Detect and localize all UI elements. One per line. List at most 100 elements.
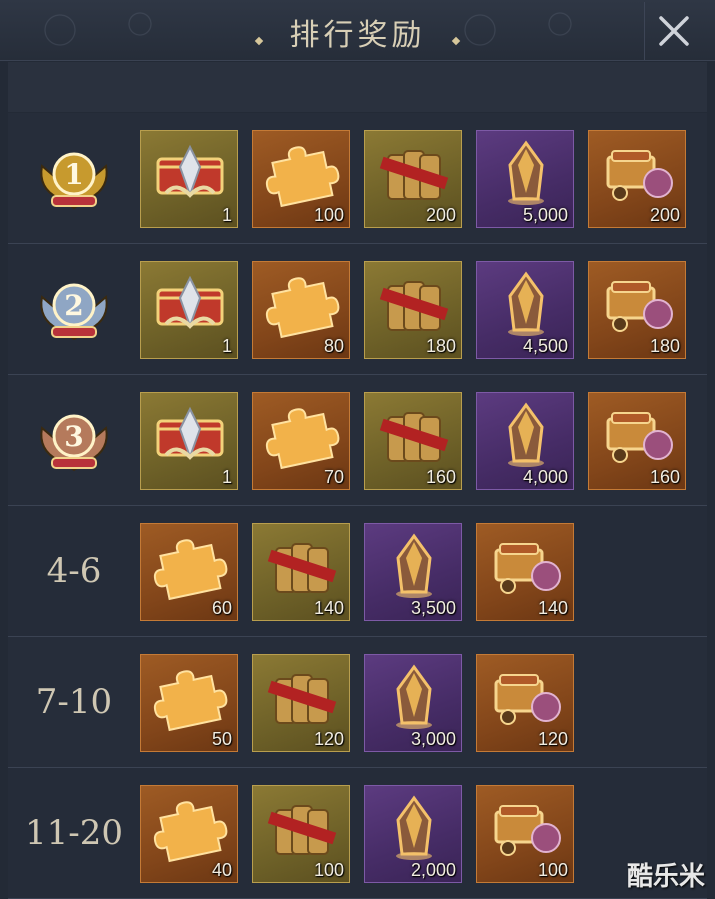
treasure-cart-icon [494,543,561,594]
reward-quantity: 180 [425,336,456,356]
close-button[interactable] [644,2,703,60]
reward-quantity: 1 [221,336,232,356]
reward-item[interactable]: 4,500 [476,261,574,359]
reward-item[interactable]: 70 [252,392,350,490]
reward-chest-icon [156,406,224,460]
rank-badge-number: 3 [64,420,83,453]
scroll-bundle-icon [267,674,337,724]
panel-header: 排行奖励 [0,0,715,61]
treasure-cart-icon [494,805,561,856]
scroll-bundle-icon [267,543,337,593]
title-dot-right [451,36,460,45]
rank-cell: 3 [8,375,140,505]
treasure-cart-icon [606,281,673,332]
reward-quantity: 120 [537,729,568,749]
reward-quantity: 50 [211,729,232,749]
reward-item[interactable]: 60 [140,523,238,621]
reward-item[interactable]: 4,000 [476,392,574,490]
reward-item[interactable]: 50 [140,654,238,752]
reward-rows: 1 1 100 200 5,000 200 2 1 80 180 4,500 180 3 1 70… [8,113,707,899]
reward-quantity: 180 [649,336,680,356]
rank-badge-icon: 1 [40,152,108,210]
reward-quantity: 1 [221,205,232,225]
reward-quantity: 160 [425,467,456,487]
rank-label: 11-20 [24,813,123,853]
reward-items: 50 120 3,000 120 [140,654,588,752]
reward-item[interactable]: 160 [588,392,686,490]
treasure-cart-icon [606,412,673,463]
treasure-cart-icon [606,150,673,201]
rank-badge-icon: 2 [40,283,108,341]
puzzle-piece-icon [153,539,228,601]
reward-item[interactable]: 160 [364,392,462,490]
purple-crystal-icon [508,402,544,467]
reward-quantity: 3,500 [410,598,456,618]
reward-quantity: 1 [221,467,232,487]
reward-quantity: 140 [313,598,344,618]
reward-item[interactable]: 80 [252,261,350,359]
rank-cell: 4-6 [8,506,140,636]
reward-item[interactable]: 1 [140,392,238,490]
reward-quantity: 140 [537,598,568,618]
reward-items: 60 140 3,500 140 [140,523,588,621]
reward-item[interactable]: 200 [588,130,686,228]
watermark: 酷乐米 [626,862,705,892]
reward-row: 4-6 60 140 3,500 140 [8,506,707,637]
scroll-bundle-icon [379,150,449,200]
reward-chest-icon [156,275,224,329]
rank-cell: 1 [8,113,140,243]
puzzle-piece-icon [153,670,228,732]
rank-badge-number: 2 [64,289,83,322]
reward-quantity: 4,500 [522,336,568,356]
purple-crystal-icon [396,533,432,598]
puzzle-piece-icon [265,408,340,470]
reward-items: 1 100 200 5,000 200 [140,130,700,228]
reward-item[interactable]: 100 [252,130,350,228]
reward-quantity: 120 [313,729,344,749]
purple-crystal-icon [508,271,544,336]
puzzle-piece-icon [265,277,340,339]
reward-item[interactable]: 40 [140,785,238,883]
reward-item[interactable]: 1 [140,261,238,359]
reward-items: 40 100 2,000 100 [140,785,588,883]
reward-quantity: 4,000 [522,467,568,487]
reward-item[interactable]: 180 [588,261,686,359]
reward-item[interactable]: 200 [364,130,462,228]
puzzle-piece-icon [153,801,228,863]
reward-item[interactable]: 3,500 [364,523,462,621]
reward-item[interactable]: 1 [140,130,238,228]
reward-row: 11-20 40 100 2,000 100 [8,768,707,899]
reward-item[interactable]: 140 [476,523,574,621]
reward-item[interactable]: 100 [252,785,350,883]
reward-quantity: 100 [313,860,344,880]
reward-quantity: 100 [313,205,344,225]
rank-cell: 2 [8,244,140,374]
scroll-bundle-icon [267,805,337,855]
close-icon [659,16,689,46]
reward-row: 2 1 80 180 4,500 180 [8,244,707,375]
reward-item[interactable]: 180 [364,261,462,359]
column-header-bar [8,62,707,112]
rank-label: 4-6 [46,551,102,591]
reward-item[interactable]: 5,000 [476,130,574,228]
reward-item[interactable]: 3,000 [364,654,462,752]
reward-item[interactable]: 120 [252,654,350,752]
reward-item[interactable]: 120 [476,654,574,752]
reward-quantity: 80 [323,336,344,356]
reward-item[interactable]: 100 [476,785,574,883]
reward-row: 1 1 100 200 5,000 200 [8,113,707,244]
reward-quantity: 160 [649,467,680,487]
reward-row: 7-10 50 120 3,000 120 [8,637,707,768]
reward-quantity: 40 [211,860,232,880]
rank-badge-number: 1 [64,158,83,191]
reward-item[interactable]: 140 [252,523,350,621]
reward-quantity: 200 [649,205,680,225]
reward-item[interactable]: 2,000 [364,785,462,883]
reward-items: 1 70 160 4,000 160 [140,392,700,490]
scroll-bundle-icon [379,412,449,462]
reward-quantity: 200 [425,205,456,225]
reward-row: 3 1 70 160 4,000 160 [8,375,707,506]
ranking-rewards-panel: 排行奖励 1 1 100 200 5,000 200 2 1 80 180 4,500 180 … [0,0,715,899]
scroll-bundle-icon [379,281,449,331]
puzzle-piece-icon [265,146,340,208]
